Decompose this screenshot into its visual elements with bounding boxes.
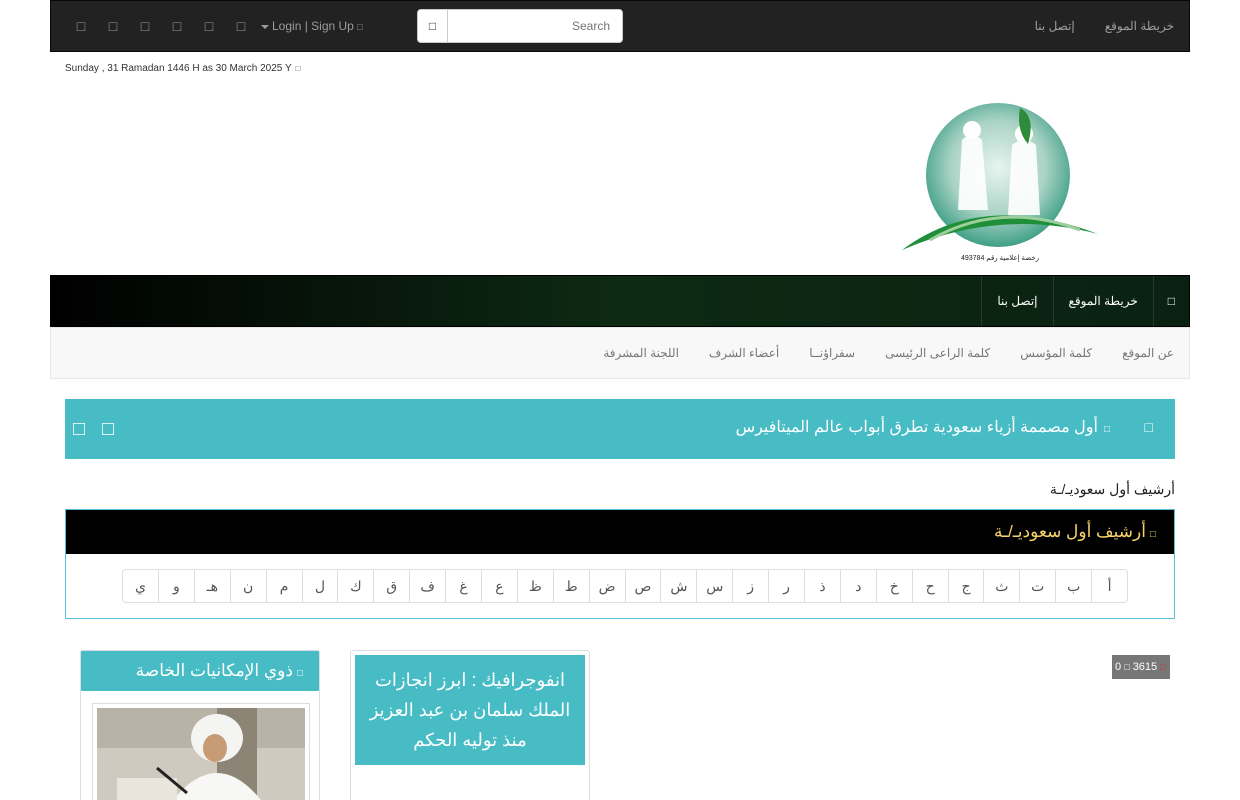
letter-button[interactable]: ط xyxy=(552,570,589,602)
letter-button[interactable]: ق xyxy=(373,570,409,602)
top-links: خريطة الموقع إتصل بنا xyxy=(1020,1,1189,51)
social-icon-6[interactable]: □ xyxy=(225,15,257,37)
chevron-right-icon[interactable]: □ xyxy=(102,417,131,441)
special-needs-title: ذوي الإمكانيات الخاصة xyxy=(135,661,293,680)
letter-button[interactable]: ل xyxy=(301,570,338,602)
date-line: Sunday , 31 Ramadan 1446 H as 30 March 2… xyxy=(65,63,300,74)
letter-button[interactable]: ظ xyxy=(516,570,553,602)
archive-title-text: أرشيف أول سعوديـ/ـة xyxy=(993,522,1146,541)
special-needs-card[interactable]: □ذوي الإمكانيات الخاصة xyxy=(80,650,320,800)
login-label: Login | Sign Up xyxy=(272,19,354,33)
page: □ □ □ □ □ □ Login | Sign Up □ □ خريطة ال… xyxy=(0,0,1240,800)
eye-icon: □ xyxy=(1160,662,1166,672)
search-icon: □ xyxy=(428,19,437,33)
user-icon: □ xyxy=(357,22,363,32)
login-dropdown[interactable]: Login | Sign Up □ xyxy=(261,19,363,33)
logo-graphic xyxy=(902,103,1098,250)
letter-button[interactable]: ب xyxy=(1055,570,1091,602)
main-navbar: □ خريطة الموقع إتصل بنا xyxy=(50,275,1190,327)
top-navbar: □ □ □ □ □ □ Login | Sign Up □ □ خريطة ال… xyxy=(50,0,1190,52)
ticker-controls: □ □ xyxy=(73,417,131,441)
comments-count: 0 xyxy=(1115,661,1122,673)
main-nav-contact[interactable]: إتصل بنا xyxy=(981,276,1052,326)
ticker-headline-text: أول مصممة أزياء سعودية تطرق أبواب عالم ا… xyxy=(735,419,1098,436)
calendar-icon: □ xyxy=(295,64,301,73)
letter-button[interactable]: ع xyxy=(480,570,517,602)
letter-button[interactable]: ح xyxy=(911,570,948,602)
infographic-card[interactable]: انفوجرافيك : ابرز انجازات الملك سلمان بن… xyxy=(350,650,590,800)
ticker-headline[interactable]: □ أول مصممة أزياء سعودية تطرق أبواب عالم … xyxy=(736,417,1110,437)
search-button[interactable]: □ xyxy=(418,10,448,42)
letter-button[interactable]: د xyxy=(839,570,876,602)
views-count: 3615 xyxy=(1132,661,1158,673)
sub-navbar: عن الموقع كلمة المؤسس كلمة الراعى الرئيس… xyxy=(50,327,1190,379)
letter-button[interactable]: ف xyxy=(409,570,445,602)
social-icon-1[interactable]: □ xyxy=(65,15,97,37)
letter-button[interactable]: ذ xyxy=(803,570,840,602)
breadcrumb: أرشيف أول سعوديـ/ـة xyxy=(1049,481,1175,497)
main-nav-home[interactable]: □ xyxy=(1152,276,1189,326)
logo-caption: رخصة إعلامية رقم 493784 xyxy=(960,255,1040,262)
special-needs-photo[interactable] xyxy=(92,703,310,800)
letter-button[interactable]: أ xyxy=(1091,570,1127,602)
special-needs-header: □ذوي الإمكانيات الخاصة xyxy=(81,651,319,691)
letter-button[interactable]: ي xyxy=(123,570,158,602)
sub-nav-founder-word[interactable]: كلمة المؤسس xyxy=(1005,328,1107,378)
letter-button[interactable]: ض xyxy=(588,570,625,602)
letter-button[interactable]: س xyxy=(696,570,732,602)
letter-button[interactable]: غ xyxy=(445,570,481,602)
letter-button[interactable]: ث xyxy=(983,570,1019,602)
top-link-sitemap[interactable]: خريطة الموقع xyxy=(1090,1,1189,51)
search-form: □ xyxy=(417,9,623,43)
folder-icon: □ xyxy=(296,668,303,679)
letter-button[interactable]: خ xyxy=(875,570,912,602)
social-icons: □ □ □ □ □ □ xyxy=(65,15,257,37)
social-icon-4[interactable]: □ xyxy=(161,15,193,37)
letter-button[interactable]: ج xyxy=(947,570,984,602)
site-logo[interactable]: رخصة إعلامية رقم 493784 xyxy=(900,100,1100,270)
sub-nav-honor-members[interactable]: أعضاء الشرف xyxy=(694,328,794,378)
person-photo-image xyxy=(97,708,305,800)
alphabet-pagination: أ ب ت ث ج ح خ د ذ ر ز س ش ص ض ط ظ ع غ ف ق ك ل م ن هـ و ي xyxy=(122,569,1128,603)
main-nav-items: □ خريطة الموقع إتصل بنا xyxy=(981,276,1189,326)
letter-button[interactable]: ر xyxy=(768,570,804,602)
sub-nav-ambassadors[interactable]: سفراؤنــا xyxy=(794,328,870,378)
social-icon-3[interactable]: □ xyxy=(129,15,161,37)
archive-panel-header: □أرشيف أول سعوديـ/ـة xyxy=(66,510,1174,554)
letter-button[interactable]: ص xyxy=(624,570,661,602)
letter-button[interactable]: ش xyxy=(660,570,696,602)
main-nav-sitemap[interactable]: خريطة الموقع xyxy=(1052,276,1153,326)
sub-nav-items: عن الموقع كلمة المؤسس كلمة الراعى الرئيس… xyxy=(588,328,1189,378)
letter-button[interactable]: ن xyxy=(229,570,266,602)
letter-button[interactable]: و xyxy=(157,570,194,602)
letter-button[interactable]: م xyxy=(265,570,302,602)
letter-button[interactable]: ك xyxy=(337,570,373,602)
stats-badge: 0 □ 3615 □ xyxy=(1112,655,1170,679)
top-link-contact[interactable]: إتصل بنا xyxy=(1020,1,1090,51)
archive-title: □أرشيف أول سعوديـ/ـة xyxy=(994,522,1156,542)
sub-nav-sponsor-word[interactable]: كلمة الراعى الرئيسى xyxy=(870,328,1005,378)
sub-nav-committee[interactable]: اللجنة المشرفة xyxy=(588,328,694,378)
archive-panel: □أرشيف أول سعوديـ/ـة أبتثجحخدذرزسشصضطظعغ… xyxy=(65,509,1175,619)
bolt-icon: □ xyxy=(1144,419,1153,435)
comment-icon: □ xyxy=(1124,662,1130,672)
letter-button[interactable]: ز xyxy=(732,570,768,602)
date-text: Sunday , 31 Ramadan 1446 H as 30 March 2… xyxy=(65,63,292,74)
folder-icon: □ xyxy=(1149,529,1156,540)
social-icon-2[interactable]: □ xyxy=(97,15,129,37)
news-ticker: □ □ □ أول مصممة أزياء سعودية تطرق أبواب ع… xyxy=(65,399,1175,459)
home-icon: □ xyxy=(1167,294,1175,308)
caret-down-icon xyxy=(261,24,269,29)
chevron-left-icon[interactable]: □ xyxy=(73,417,102,441)
letter-button[interactable]: هـ xyxy=(193,570,230,602)
bullet-icon: □ xyxy=(1103,424,1110,435)
infographic-card-title: انفوجرافيك : ابرز انجازات الملك سلمان بن… xyxy=(355,655,585,765)
social-icon-5[interactable]: □ xyxy=(193,15,225,37)
sub-nav-about[interactable]: عن الموقع xyxy=(1107,328,1189,378)
letter-button[interactable]: ت xyxy=(1019,570,1055,602)
search-input[interactable] xyxy=(448,10,622,42)
